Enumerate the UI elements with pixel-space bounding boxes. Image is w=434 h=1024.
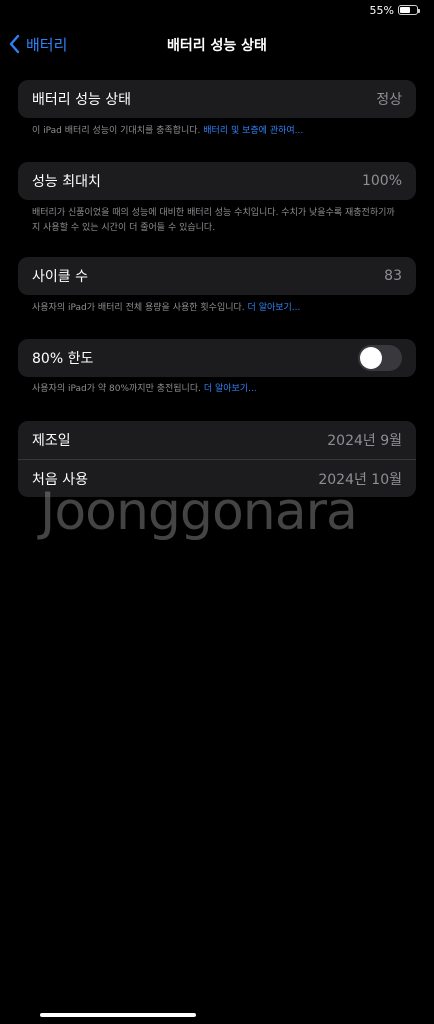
battery-health-row: 배터리 성능 상태 정상 <box>18 80 416 118</box>
cycle-count-row: 사이클 수 83 <box>18 257 416 295</box>
battery-health-footnote: 이 iPad 배터리 성능이 기대치를 충족합니다. 배터리 및 보증에 관하여… <box>32 124 402 139</box>
home-indicator[interactable] <box>40 1013 196 1017</box>
toggle-knob <box>360 347 382 369</box>
max-capacity-row: 성능 최대치 100% <box>18 162 416 200</box>
limit-80-row: 80% 한도 <box>18 339 416 377</box>
battery-warranty-link[interactable]: 배터리 및 보증에 관하여... <box>203 126 303 136</box>
cycle-count-footnote-text: 사용자의 iPad가 배터리 전체 용량을 사용한 횟수입니다. <box>32 303 245 313</box>
manufacture-date-value: 2024년 9월 <box>327 433 402 449</box>
max-capacity-label: 성능 최대치 <box>32 174 101 190</box>
limit-80-footnote: 사용자의 iPad가 약 80%까지만 충전됩니다. 더 알아보기... <box>32 382 402 397</box>
limit-80-footnote-text: 사용자의 iPad가 약 80%까지만 충전됩니다. <box>32 384 201 394</box>
limit-80-toggle[interactable] <box>358 345 402 371</box>
battery-health-footnote-text: 이 iPad 배터리 성능이 기대치를 충족합니다. <box>32 126 201 136</box>
max-capacity-value: 100% <box>361 173 402 189</box>
dates-group: 제조일 2024년 9월 처음 사용 2024년 10월 <box>18 421 416 497</box>
cycle-count-group: 사이클 수 83 <box>18 257 416 295</box>
manufacture-date-label: 제조일 <box>32 433 71 449</box>
max-capacity-footnote: 배터리가 신품이었을 때의 성능에 대비한 배터리 성능 수치입니다. 수치가 … <box>32 208 395 233</box>
page-title: 배터리 성능 상태 <box>167 38 267 54</box>
cycle-count-footnote: 사용자의 iPad가 배터리 전체 용량을 사용한 횟수입니다. 더 알아보기.… <box>32 301 402 316</box>
first-use-value: 2024년 10월 <box>318 471 402 488</box>
first-use-row: 처음 사용 2024년 10월 <box>18 459 416 497</box>
max-capacity-group: 성능 최대치 100% <box>18 162 416 200</box>
settings-page: 55% 배터리 배터리 성능 상태 배터리 성능 상태 정상 이 iPad 배터… <box>0 0 434 1024</box>
battery-health-value: 정상 <box>376 92 402 108</box>
battery-health-label: 배터리 성능 상태 <box>32 92 132 108</box>
limit-80-group: 80% 한도 <box>18 339 416 377</box>
battery-icon <box>398 5 420 15</box>
cycle-count-learn-more-link[interactable]: 더 알아보기... <box>248 303 301 313</box>
battery-health-group: 배터리 성능 상태 정상 <box>18 80 416 118</box>
cycle-count-value: 83 <box>384 268 402 284</box>
battery-percentage: 55% <box>369 4 394 17</box>
cycle-count-label: 사이클 수 <box>32 269 88 285</box>
first-use-label: 처음 사용 <box>32 471 88 488</box>
navigation-bar: 배터리 배터리 성능 상태 <box>0 26 434 62</box>
status-bar: 55% <box>0 0 434 22</box>
limit-80-label: 80% 한도 <box>32 351 94 367</box>
limit-80-learn-more-link[interactable]: 더 알아보기... <box>204 384 257 394</box>
manufacture-date-row: 제조일 2024년 9월 <box>18 421 416 459</box>
